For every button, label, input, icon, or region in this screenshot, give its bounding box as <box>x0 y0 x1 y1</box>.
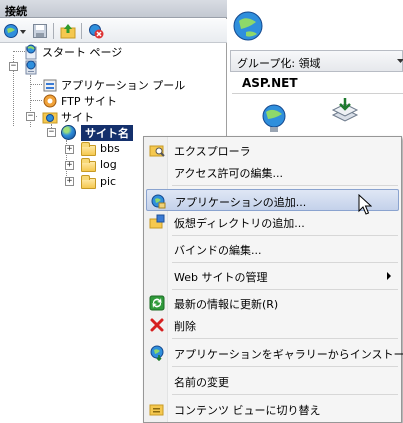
mouse-cursor-icon <box>358 194 372 215</box>
section-divider <box>232 93 403 94</box>
menu-item-edit-bindings[interactable]: バインドの編集... <box>146 238 399 260</box>
tree-line <box>30 84 42 85</box>
menu-separator <box>172 366 398 367</box>
explore-icon <box>149 145 165 157</box>
delete-x-icon <box>150 318 164 332</box>
tree-item-sites[interactable]: サイト <box>42 108 94 125</box>
menu-item-edit-permissions[interactable]: アクセス許可の編集... <box>146 161 399 183</box>
tree-line <box>30 100 42 101</box>
tree-item-label: アプリケーション プール <box>61 78 186 92</box>
tree-item-label: スタート ページ <box>42 45 123 59</box>
menu-item-explore[interactable]: エクスプローラ <box>146 139 399 161</box>
menu-separator <box>172 235 398 236</box>
toolbar-separator <box>53 23 54 39</box>
sites-folder-icon <box>42 112 58 123</box>
toolbar-separator <box>81 23 82 39</box>
deploy-feature-icon[interactable] <box>329 97 361 129</box>
collapse-toggle[interactable]: − <box>9 62 18 71</box>
menu-item-label: エクスプローラ <box>174 145 251 158</box>
tree-item-folder[interactable]: log <box>81 156 117 173</box>
save-icon[interactable] <box>32 23 48 39</box>
tree-item-label: bbs <box>100 142 120 155</box>
menu-item-label: 削除 <box>174 320 196 333</box>
globe-feature-icon[interactable] <box>258 102 290 134</box>
website-globe-icon <box>61 125 76 140</box>
connect-globe-icon[interactable] <box>3 23 19 39</box>
submenu-arrow-icon <box>387 272 391 280</box>
website-globe-icon <box>233 11 263 41</box>
group-by-label: グループ化: 領域 <box>237 57 321 70</box>
menu-item-label: バインドの編集... <box>174 244 262 257</box>
connections-toolbar <box>0 19 227 43</box>
menu-item-refresh[interactable]: 最新の情報に更新(R) <box>146 292 399 314</box>
collapse-toggle[interactable]: − <box>26 112 35 121</box>
tree-item-label: log <box>100 158 117 171</box>
menu-item-label: アプリケーションの追加... <box>175 196 307 209</box>
menu-item-label: コンテンツ ビューに切り替え <box>174 404 321 417</box>
expand-toggle[interactable]: + <box>65 161 74 170</box>
disconnect-icon[interactable] <box>88 23 104 39</box>
server-icon <box>25 60 37 74</box>
menu-separator <box>172 394 398 395</box>
menu-item-manage-website[interactable]: Web サイトの管理 <box>146 265 399 287</box>
menu-item-rename[interactable]: 名前の変更 <box>146 370 399 392</box>
menu-item-label: アクセス許可の編集... <box>174 167 283 180</box>
menu-separator <box>172 262 398 263</box>
tree-item-app-pools[interactable]: アプリケーション プール <box>42 76 185 93</box>
menu-separator <box>172 338 398 339</box>
section-title: ASP.NET <box>242 76 298 90</box>
menu-separator <box>172 185 398 186</box>
menu-item-label: 最新の情報に更新(R) <box>174 298 279 311</box>
menu-item-switch-content-view[interactable]: コンテンツ ビューに切り替え <box>146 398 399 420</box>
tree-item-label: pic <box>100 175 117 188</box>
chevron-down-icon[interactable] <box>20 30 26 34</box>
folder-icon <box>81 157 96 172</box>
folder-icon <box>81 174 96 189</box>
tree-item-ftp-sites[interactable]: FTP サイト <box>42 92 117 109</box>
refresh-icon <box>149 295 165 311</box>
tree-item-server[interactable] <box>23 58 39 75</box>
tree-item-folder[interactable]: pic <box>81 173 116 190</box>
selected-site-label: サイト名 <box>81 124 133 141</box>
add-application-icon <box>151 194 166 209</box>
tree-item-folder[interactable]: bbs <box>81 140 120 157</box>
pane-title: 接続 <box>0 0 227 18</box>
add-virtual-directory-icon <box>149 214 165 229</box>
menu-item-label: アプリケーションをギャラリーからインストール <box>174 348 403 361</box>
tree-item-label: FTP サイト <box>61 94 117 108</box>
menu-item-label: 仮想ディレクトリの追加... <box>174 217 305 230</box>
collapse-toggle[interactable]: − <box>47 128 56 137</box>
ftp-icon <box>43 94 57 107</box>
gallery-install-icon <box>150 345 164 361</box>
menu-separator <box>172 289 398 290</box>
context-menu: エクスプローラ アクセス許可の編集... アプリケーションの追加... 仮想ディ… <box>143 136 403 423</box>
menu-item-label: Web サイトの管理 <box>174 271 268 284</box>
chevron-down-icon[interactable] <box>397 59 403 63</box>
content-view-icon <box>149 404 164 416</box>
menu-item-label: 名前の変更 <box>174 376 229 389</box>
expand-toggle[interactable]: + <box>65 177 74 186</box>
up-level-icon[interactable] <box>60 23 76 39</box>
tree-item-label: サイト <box>61 110 94 124</box>
expand-toggle[interactable]: + <box>65 145 74 154</box>
app-pool-icon <box>43 79 57 91</box>
tree-item-site[interactable]: サイト名 <box>61 124 133 141</box>
folder-icon <box>81 141 96 156</box>
menu-item-delete[interactable]: 削除 <box>146 314 399 336</box>
menu-item-install-from-gallery[interactable]: アプリケーションをギャラリーからインストール <box>146 342 403 364</box>
group-by-bar[interactable]: グループ化: 領域 <box>230 50 403 72</box>
